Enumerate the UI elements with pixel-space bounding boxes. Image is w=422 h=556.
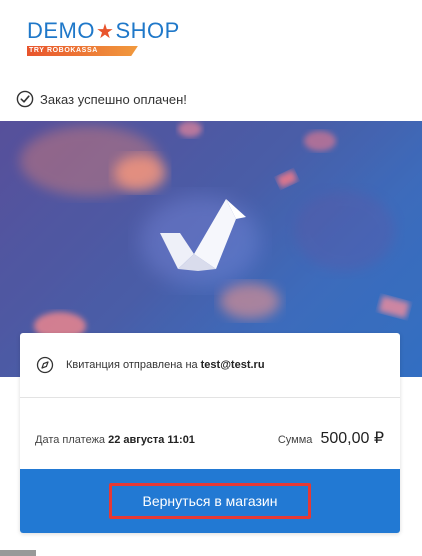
- check-circle-icon: [16, 90, 34, 108]
- logo-subtitle: TRY ROBOKASSA: [27, 46, 138, 56]
- logo-text-shop: SHOP: [115, 18, 180, 43]
- demo-shop-logo: DEMO★SHOP TRY ROBOKASSA: [27, 18, 182, 58]
- payment-status: Заказ успешно оплачен!: [16, 89, 187, 109]
- return-to-shop-button[interactable]: Вернуться в магазин: [109, 483, 311, 519]
- receipt-row: Квитанция отправлена на test@test.ru: [20, 333, 400, 398]
- logo-star-icon: ★: [96, 21, 115, 43]
- payment-card: Квитанция отправлена на test@test.ru Дат…: [20, 333, 400, 533]
- sum-value: 500,00 ₽: [320, 430, 384, 447]
- payment-details-row: Дата платежа 22 августа 11:01 Сумма 500,…: [20, 398, 400, 468]
- compass-icon: [36, 356, 54, 374]
- payment-sum: Сумма 500,00 ₽: [278, 428, 384, 448]
- logo-wordmark: DEMO★SHOP: [27, 18, 180, 45]
- payment-date-value: 22 августа 11:01: [108, 434, 195, 446]
- receipt-label: Квитанция отправлена на: [66, 359, 198, 371]
- page-edge-fragment: [0, 550, 36, 556]
- payment-date-label: Дата платежа: [35, 434, 106, 446]
- logo-text-demo: DEMO: [27, 18, 95, 43]
- card-footer: Вернуться в магазин: [20, 469, 400, 533]
- status-text: Заказ успешно оплачен!: [40, 91, 187, 107]
- receipt-email: test@test.ru: [200, 359, 265, 371]
- payment-date: Дата платежа 22 августа 11:01: [35, 434, 195, 446]
- sum-label: Сумма: [277, 434, 313, 446]
